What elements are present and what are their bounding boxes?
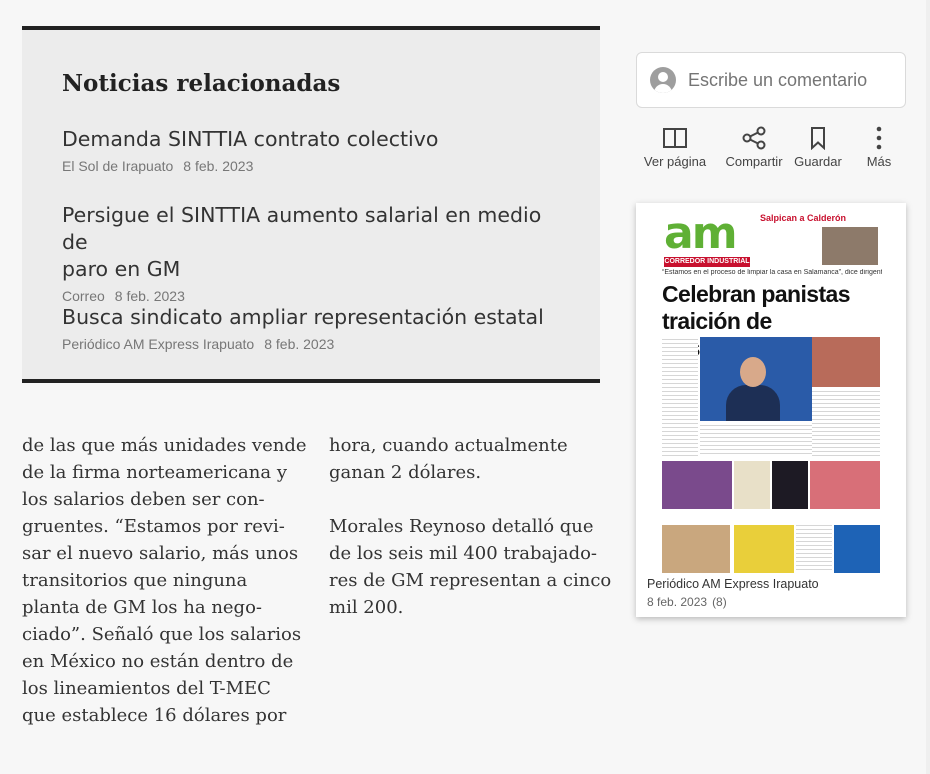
newspaper-logo: am — [664, 208, 738, 259]
article-line: los lineamientos del T-MEC — [22, 678, 271, 699]
news-headline-line: Persigue el SINTTIA aumento salarial en … — [62, 203, 542, 254]
cover-strapline: “Estamos en el proceso de limpiar la cas… — [662, 269, 882, 276]
article-line: de los seis mil 400 trabajado- — [329, 543, 598, 564]
related-news-item[interactable]: Persigue el SINTTIA aumento salarial en … — [62, 202, 562, 304]
related-news-title: Noticias relacionadas — [62, 70, 341, 97]
cover-photo — [734, 525, 794, 573]
article-line: Morales Reynoso detalló que — [329, 516, 594, 537]
cover-text-block — [796, 525, 832, 573]
newspaper-source: Periódico AM Express Irapuato — [647, 577, 819, 591]
scrollbar-track[interactable] — [926, 0, 930, 774]
cover-text-block — [662, 339, 698, 457]
cover-side-headline: Salpican a Calderón — [760, 213, 880, 227]
book-open-icon — [663, 128, 687, 148]
cover-photo — [734, 461, 770, 509]
article-line: ciado”. Señaló que los salarios — [22, 624, 302, 645]
article-line: res de GM representan a cinco — [329, 570, 612, 591]
related-news-item[interactable]: Demanda SINTTIA contrato colectivo El So… — [62, 126, 562, 174]
article-line: que establece 16 dólares por — [22, 705, 287, 726]
news-date: 8 feb. 2023 — [264, 336, 335, 352]
bookmark-icon — [811, 127, 825, 150]
cover-photo — [812, 337, 880, 387]
newspaper-page-count: (8) — [712, 595, 727, 609]
news-source: El Sol de Irapuato — [62, 158, 174, 174]
cover-text-block — [700, 425, 812, 457]
newspaper-cover-image[interactable]: am CORREDOR INDUSTRIAL Salpican a Calder… — [660, 207, 882, 573]
newspaper-date-value: 8 feb. 2023 — [647, 595, 708, 609]
cover-photo — [662, 461, 732, 509]
save-label: Guardar — [794, 154, 842, 169]
news-headline[interactable]: Busca sindicato ampliar representación e… — [62, 304, 562, 331]
news-headline[interactable]: Demanda SINTTIA contrato colectivo — [62, 126, 562, 153]
article-line: mil 200. — [329, 597, 404, 618]
article-line: de la firma norteamericana y — [22, 462, 287, 483]
article-line: en México no están dentro de — [22, 651, 294, 672]
share-button[interactable]: Compartir — [718, 126, 790, 169]
related-news-item[interactable]: Busca sindicato ampliar representación e… — [62, 304, 562, 352]
article-line: transitorios que ninguna — [22, 570, 248, 591]
cover-text-block — [812, 391, 880, 457]
comment-input[interactable]: Escribe un comentario — [636, 52, 906, 108]
news-meta: El Sol de Irapuato 8 feb. 2023 — [62, 158, 562, 174]
news-date: 8 feb. 2023 — [114, 288, 185, 304]
article-actions: Ver página Compartir Guardar Más — [636, 126, 906, 178]
cover-photo — [662, 525, 730, 573]
article-column-2: hora, cuando actualmente ganan 2 dólares… — [329, 432, 612, 621]
article-line: ganan 2 dólares. — [329, 462, 482, 483]
more-label: Más — [866, 154, 892, 169]
article-column-1: de las que más unidades vende de la firm… — [22, 432, 307, 729]
save-button[interactable]: Guardar — [792, 126, 844, 169]
article-line: de las que más unidades vende — [22, 435, 307, 456]
cover-photo — [834, 525, 880, 573]
cover-photo — [772, 461, 808, 509]
article-line: sar el nuevo salario, más unos — [22, 543, 299, 564]
related-news-panel: Noticias relacionadas Demanda SINTTIA co… — [22, 26, 600, 383]
comment-placeholder: Escribe un comentario — [688, 69, 868, 90]
article-line: los salarios deben ser con- — [22, 489, 265, 510]
news-headline-line: paro en GM — [62, 257, 181, 281]
more-button[interactable]: Más — [862, 126, 896, 169]
share-icon — [742, 126, 766, 150]
more-vertical-icon — [876, 126, 882, 150]
article-line: hora, cuando actualmente — [329, 435, 568, 456]
newspaper-section: CORREDOR INDUSTRIAL — [664, 257, 750, 267]
cover-photo — [822, 227, 878, 265]
article-line: planta de GM los ha nego- — [22, 597, 263, 618]
newspaper-card[interactable]: am CORREDOR INDUSTRIAL Salpican a Calder… — [636, 203, 906, 617]
news-meta: Correo 8 feb. 2023 — [62, 288, 562, 304]
news-headline[interactable]: Persigue el SINTTIA aumento salarial en … — [62, 202, 562, 283]
news-date: 8 feb. 2023 — [183, 158, 254, 174]
cover-photo — [810, 461, 880, 509]
view-page-button[interactable]: Ver página — [642, 126, 708, 169]
cover-main-photo — [700, 337, 812, 421]
share-label: Compartir — [725, 154, 783, 169]
newspaper-date: 8 feb. 2023 (8) — [647, 595, 727, 609]
user-avatar-icon — [650, 67, 676, 93]
news-meta: Periódico AM Express Irapuato 8 feb. 2023 — [62, 336, 562, 352]
news-source: Periódico AM Express Irapuato — [62, 336, 255, 352]
article-line: gruentes. “Estamos por revi- — [22, 516, 285, 537]
view-page-label: Ver página — [643, 154, 707, 169]
news-source: Correo — [62, 288, 105, 304]
